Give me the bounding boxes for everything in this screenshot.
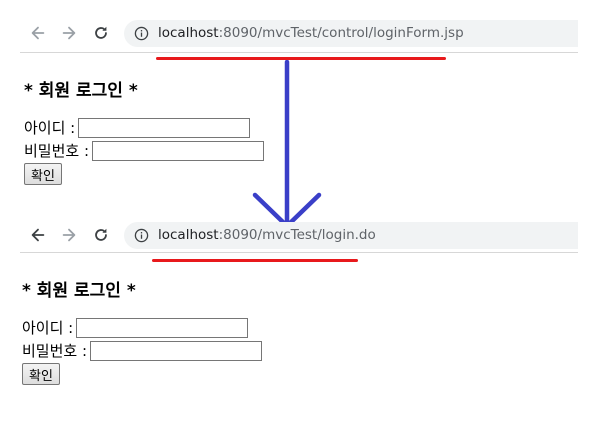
page-heading: * 회원 로그인 *	[22, 281, 136, 301]
forward-arrow-icon[interactable]	[59, 23, 79, 43]
submit-button[interactable]: 확인	[24, 163, 62, 185]
id-row: 아이디 :	[22, 317, 249, 338]
toolbar-divider	[20, 52, 578, 53]
address-bar[interactable]: localhost:8090/mvcTest/control/loginForm…	[124, 20, 578, 47]
id-input[interactable]	[76, 317, 249, 338]
toolbar-divider	[20, 252, 578, 253]
info-circle-icon[interactable]	[134, 228, 149, 243]
browser-toolbar: localhost:8090/mvcTest/control/loginForm…	[0, 14, 616, 60]
password-row: 비밀번호 :	[24, 140, 265, 161]
url-host: localhost	[158, 227, 219, 243]
forward-arrow-icon[interactable]	[59, 225, 79, 245]
browser-screen-login-result: localhost:8090/mvcTest/login.do * 회원 로그인…	[0, 208, 616, 408]
id-row: 아이디 :	[24, 117, 251, 138]
browser-toolbar: localhost:8090/mvcTest/login.do	[0, 216, 616, 262]
info-circle-icon[interactable]	[134, 26, 149, 41]
url-path: :8090/mvcTest/login.do	[218, 227, 376, 243]
back-arrow-icon[interactable]	[28, 23, 48, 43]
url-text[interactable]: localhost:8090/mvcTest/control/loginForm…	[158, 25, 464, 41]
password-label: 비밀번호 :	[24, 142, 90, 160]
reload-icon[interactable]	[91, 23, 111, 43]
arrow-down-icon	[252, 60, 322, 229]
submit-button[interactable]: 확인	[22, 363, 60, 385]
id-label: 아이디 :	[24, 119, 76, 137]
password-row: 비밀번호 :	[22, 340, 263, 361]
reload-icon[interactable]	[91, 225, 111, 245]
id-input[interactable]	[78, 117, 251, 138]
page-heading: * 회원 로그인 *	[24, 81, 138, 101]
url-text[interactable]: localhost:8090/mvcTest/login.do	[158, 227, 376, 243]
address-bar[interactable]: localhost:8090/mvcTest/login.do	[124, 222, 578, 249]
password-label: 비밀번호 :	[22, 342, 88, 360]
back-arrow-icon[interactable]	[28, 225, 48, 245]
password-input[interactable]	[92, 140, 265, 161]
id-label: 아이디 :	[22, 319, 74, 337]
password-input[interactable]	[90, 340, 263, 361]
url-host: localhost	[158, 25, 219, 41]
url-highlight-underline	[152, 259, 358, 262]
url-path: :8090/mvcTest/control/loginForm.jsp	[218, 25, 464, 41]
